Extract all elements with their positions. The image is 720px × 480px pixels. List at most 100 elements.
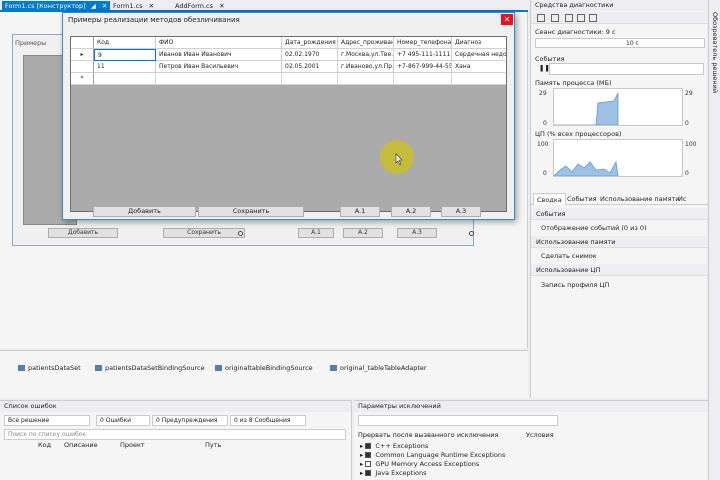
- error-search-input[interactable]: Поиск по списку ошибок: [4, 429, 346, 440]
- table-cell[interactable]: +7-867-999-44-55: [394, 61, 452, 73]
- export-icon[interactable]: [551, 14, 559, 22]
- tab-summary[interactable]: Сводка: [533, 193, 566, 205]
- checkbox[interactable]: [365, 470, 372, 476]
- scope-dropdown[interactable]: Все решение: [4, 415, 90, 426]
- column-header-conditions[interactable]: Условия: [526, 431, 554, 439]
- running-form-window[interactable]: Примеры реализации методов обезличивания…: [62, 12, 515, 220]
- checkbox[interactable]: [365, 443, 372, 449]
- table-cell[interactable]: Сердечная недо...: [452, 49, 506, 61]
- table-cell[interactable]: Иванов Иван Иванович: [156, 49, 282, 61]
- designer-a3-button[interactable]: A.3: [397, 228, 437, 238]
- pause-icon[interactable]: ❚❚: [539, 64, 550, 72]
- pin-icon[interactable]: ◢: [91, 2, 96, 10]
- diagnostics-toolbar: [531, 12, 708, 24]
- a2-button[interactable]: A.2: [391, 206, 431, 217]
- column-header-diagnosis[interactable]: Диагноз: [452, 37, 506, 49]
- table-cell[interactable]: [282, 73, 338, 85]
- memory-chart[interactable]: [553, 88, 683, 126]
- tray-component[interactable]: patientsDataSet: [18, 364, 81, 372]
- tab-cpu-usage[interactable]: Ис: [675, 193, 689, 205]
- column-header-code[interactable]: Код: [38, 441, 51, 449]
- resize-handle[interactable]: [469, 231, 474, 236]
- save-button[interactable]: Сохранить: [198, 206, 304, 217]
- column-header-fio[interactable]: ФИО: [156, 37, 282, 49]
- table-cell[interactable]: 11: [94, 61, 156, 73]
- errors-filter-button[interactable]: 0 Ошибки: [96, 415, 150, 426]
- binding-source-icon: [215, 365, 222, 371]
- row-header[interactable]: *: [71, 73, 94, 85]
- record-cpu-profile-link[interactable]: Запись профиля ЦП: [541, 281, 609, 289]
- table-cell[interactable]: [156, 73, 282, 85]
- warnings-filter-button[interactable]: 0 Предупреждения: [152, 415, 228, 426]
- close-icon[interactable]: ✕: [149, 2, 154, 10]
- table-cell[interactable]: [452, 73, 506, 85]
- tray-component-label: patientsDataSet: [28, 364, 81, 372]
- row-header[interactable]: ▸: [71, 49, 94, 61]
- table-cell[interactable]: г.Москва,ул.Тве...: [338, 49, 394, 61]
- table-cell[interactable]: г.Иваново,ул.Пр...: [338, 61, 394, 73]
- tray-component[interactable]: original_tableTableAdapter: [330, 364, 427, 372]
- exception-category[interactable]: ▸ C++ Exceptions: [360, 442, 428, 450]
- table-cell[interactable]: 02.05.2001: [282, 61, 338, 73]
- table-cell[interactable]: 02.02.1970: [282, 49, 338, 61]
- exception-label: Java Exceptions: [375, 469, 427, 477]
- tray-component-label: originaltableBindingSource: [225, 364, 313, 372]
- session-duration: Сеанс диагностики: 9 с: [535, 28, 616, 36]
- table-cell[interactable]: [338, 73, 394, 85]
- column-header-phone[interactable]: Номер_телефона: [394, 37, 452, 49]
- cpu-chart[interactable]: [553, 139, 683, 177]
- column-header-address[interactable]: Адрес_проживания: [338, 37, 394, 49]
- table-cell[interactable]: Петров Иван Васильевич: [156, 61, 282, 73]
- error-list-panel: Список ошибок Все решение 0 Ошибки 0 Пре…: [0, 400, 352, 480]
- column-header-project[interactable]: Проект: [120, 441, 145, 449]
- column-header-path[interactable]: Путь: [205, 441, 221, 449]
- table-cell[interactable]: [394, 73, 452, 85]
- table-cell[interactable]: Хана: [452, 61, 506, 73]
- designer-a2-button[interactable]: A.2: [343, 228, 383, 238]
- a3-button[interactable]: A.3: [441, 206, 481, 217]
- zoom-in-icon[interactable]: [565, 14, 573, 22]
- table-cell[interactable]: 9: [94, 49, 156, 61]
- timeline-ruler[interactable]: [535, 38, 705, 48]
- zoom-reset-icon[interactable]: [589, 14, 597, 22]
- tray-component[interactable]: patientsDataSetBindingSource: [95, 364, 205, 372]
- messages-filter-button[interactable]: 0 из 8 Сообщения: [230, 415, 306, 426]
- memory-max-left: 29: [539, 90, 547, 97]
- solution-explorer-tab[interactable]: Обозреватель решений: [708, 0, 720, 480]
- take-snapshot-link[interactable]: Сделать снимок: [541, 252, 597, 260]
- exception-category[interactable]: ▸ GPU Memory Access Exceptions: [360, 460, 479, 468]
- add-button[interactable]: Добавить: [93, 206, 196, 217]
- events-track[interactable]: [549, 63, 704, 75]
- zoom-out-icon[interactable]: [577, 14, 585, 22]
- settings-icon[interactable]: [537, 14, 545, 22]
- exception-settings-panel: Параметры исключений Прервать после вызв…: [354, 400, 708, 480]
- tab-memory-usage[interactable]: Использование памяти: [597, 193, 683, 205]
- checkbox[interactable]: [365, 452, 372, 458]
- show-events-link[interactable]: Отображение событий (0 из 0): [541, 224, 647, 232]
- tab-events[interactable]: События: [564, 193, 600, 205]
- column-header-description[interactable]: Описание: [64, 441, 98, 449]
- row-header[interactable]: [71, 61, 94, 73]
- close-icon[interactable]: ✕: [219, 2, 224, 10]
- window-close-button[interactable]: ✕: [501, 14, 513, 25]
- exception-category[interactable]: ▸ Java Exceptions: [360, 469, 427, 477]
- a1-button[interactable]: A.1: [340, 206, 380, 217]
- grid-corner-header[interactable]: [71, 37, 94, 49]
- designer-add-button[interactable]: Добавить: [48, 228, 118, 238]
- patients-datagrid[interactable]: Код ФИО Дата_рождения Адрес_проживания Н…: [70, 36, 507, 212]
- checkbox[interactable]: [365, 461, 372, 467]
- resize-handle[interactable]: [238, 231, 243, 236]
- column-header-code[interactable]: Код: [94, 37, 156, 49]
- exception-category[interactable]: ▸ Common Language Runtime Exceptions: [360, 451, 505, 459]
- table-cell[interactable]: [94, 73, 156, 85]
- tray-component[interactable]: originaltableBindingSource: [215, 364, 313, 372]
- table-cell[interactable]: +7 495-111-1111: [394, 49, 452, 61]
- memory-min-right: 0: [685, 120, 689, 127]
- column-header-break[interactable]: Прервать после вызванного исключения: [358, 431, 498, 439]
- column-header-birthdate[interactable]: Дата_рождения: [282, 37, 338, 49]
- diagnostics-title: Средства диагностики: [531, 0, 708, 11]
- exception-label: GPU Memory Access Exceptions: [375, 460, 480, 468]
- designer-save-button[interactable]: Сохранить: [163, 228, 245, 238]
- designer-a1-button[interactable]: A.1: [298, 228, 334, 238]
- close-icon[interactable]: ✕: [102, 2, 107, 10]
